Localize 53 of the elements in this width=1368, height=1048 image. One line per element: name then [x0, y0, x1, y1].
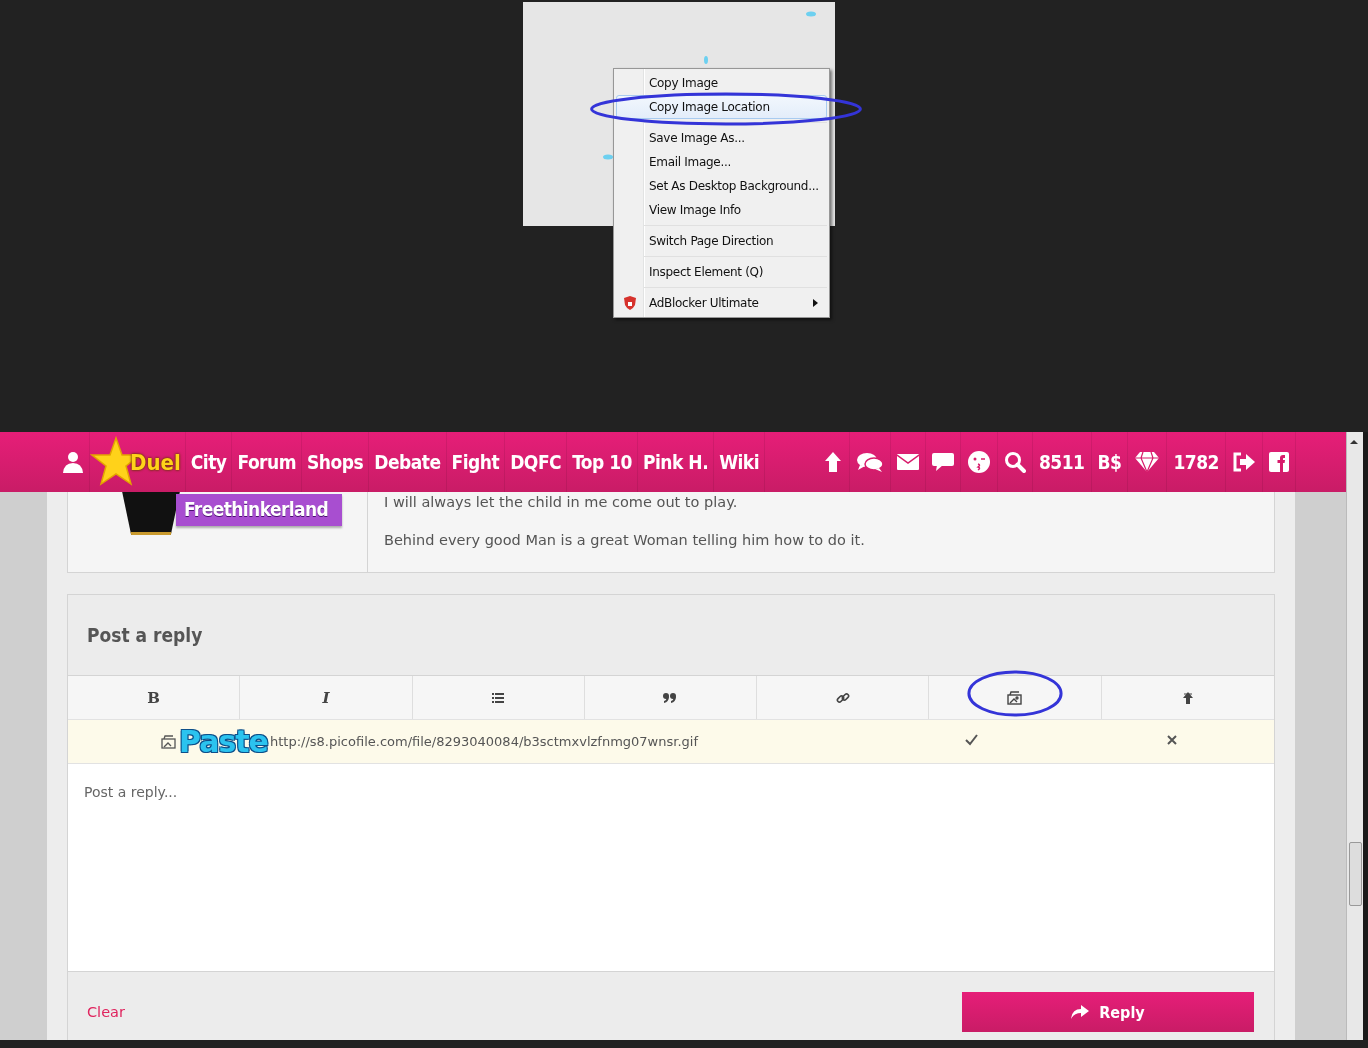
nav-link[interactable]: Pink H.	[643, 451, 709, 473]
menu-item[interactable]: Save Image As...	[616, 126, 827, 150]
upload-icon	[1181, 690, 1194, 705]
nav-link[interactable]: Forum	[237, 451, 297, 473]
annotation-label: Paste	[179, 726, 268, 757]
list-icon	[492, 692, 505, 703]
url-input[interactable]: http://s8.picofile.com/file/8293040084/b3sctmxvlzfnmg07wnsr.gif	[270, 734, 910, 749]
chat-bubbles-icon[interactable]	[855, 451, 884, 473]
signature-text: Behind every good Man is a great Woman telling him how to do it.	[384, 532, 866, 548]
menu-item[interactable]: Switch Page Direction	[616, 229, 827, 253]
shield-icon	[623, 295, 637, 311]
image-icon	[161, 734, 177, 749]
menu-item[interactable]: Email Image...	[616, 150, 827, 174]
image-icon	[1007, 690, 1024, 705]
quote-icon	[663, 692, 678, 703]
menu-item[interactable]: AdBlocker Ultimate	[616, 291, 827, 315]
logout-icon[interactable]	[1232, 452, 1256, 472]
scrollbar[interactable]	[1346, 432, 1363, 1040]
italic-button[interactable]: I	[240, 676, 413, 719]
confirm-check-icon[interactable]	[965, 734, 978, 746]
user-icon[interactable]	[62, 451, 84, 473]
nav-link[interactable]: Shops	[307, 451, 364, 473]
submenu-arrow-icon	[813, 299, 818, 307]
menu-item[interactable]: Copy Image	[616, 71, 827, 95]
currency-symbol: B$	[1097, 451, 1122, 473]
nav-link[interactable]: City	[190, 451, 227, 473]
diamond-icon[interactable]	[1134, 451, 1161, 473]
search-icon[interactable]	[1003, 451, 1026, 473]
menu-item[interactable]: Inspect Element (Q)	[616, 260, 827, 284]
mail-icon[interactable]	[896, 454, 919, 470]
nav-link[interactable]: DQFC	[510, 451, 562, 473]
badge-ribbon: Freethinkerland	[176, 494, 343, 526]
counter-text: 8511	[1038, 451, 1085, 473]
menu-item[interactable]: Set As Desktop Background...	[616, 174, 827, 198]
close-icon[interactable]	[1167, 735, 1177, 745]
signature-text: I will always let the child in me come out to play.	[384, 494, 739, 510]
scroll-thumb[interactable]	[1349, 842, 1362, 906]
kissing-face-icon[interactable]	[966, 450, 991, 474]
speech-bubble-icon[interactable]	[931, 453, 954, 471]
counter-text: 1782	[1173, 451, 1219, 473]
reply-textarea[interactable]: Post a reply...	[68, 764, 1274, 972]
link-icon	[835, 690, 850, 705]
bold-button[interactable]: B	[68, 676, 241, 719]
share-arrow-icon	[1071, 1005, 1090, 1019]
menu-item[interactable]: View Image Info	[616, 198, 827, 222]
nav-link[interactable]: Top 10	[572, 451, 632, 473]
facebook-icon[interactable]	[1269, 452, 1289, 472]
upload-arrow-icon[interactable]	[822, 451, 843, 473]
nav-link[interactable]: Fight	[451, 451, 500, 473]
clear-link[interactable]: Clear	[87, 1004, 125, 1020]
nav-link[interactable]: Debate	[374, 451, 441, 473]
reply-button[interactable]: Reply	[962, 992, 1254, 1032]
nav-link[interactable]: Wiki	[719, 451, 760, 473]
